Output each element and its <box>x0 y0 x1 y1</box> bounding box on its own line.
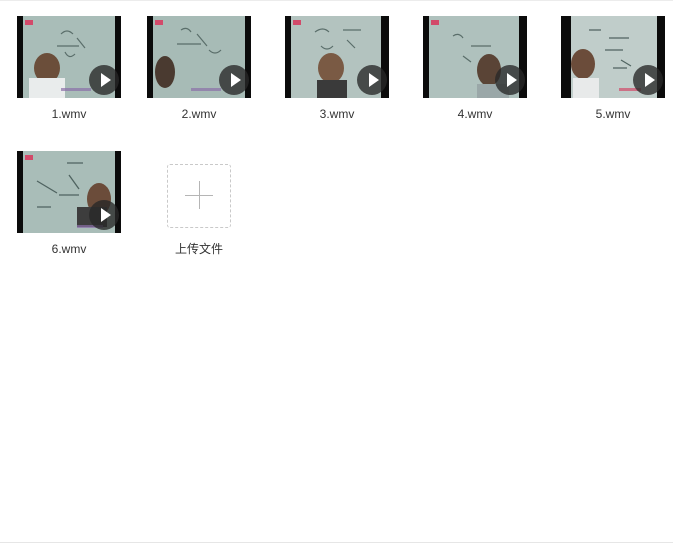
video-thumbnail[interactable] <box>423 16 527 98</box>
file-name[interactable]: 5.wmv <box>544 106 673 122</box>
video-thumbnail[interactable] <box>17 16 121 98</box>
file-name[interactable]: 1.wmv <box>0 106 138 122</box>
file-name[interactable]: 3.wmv <box>268 106 406 122</box>
file-item-1[interactable]: 1.wmv <box>0 16 138 122</box>
file-item-5[interactable]: 5.wmv <box>544 16 673 122</box>
file-name[interactable]: 2.wmv <box>130 106 268 122</box>
file-item-3[interactable]: 3.wmv <box>268 16 406 122</box>
file-item-2[interactable]: 2.wmv <box>130 16 268 122</box>
plus-icon <box>199 181 200 209</box>
play-icon[interactable] <box>89 65 119 95</box>
upload-item[interactable]: 上传文件 <box>130 151 268 257</box>
video-thumbnail[interactable] <box>147 16 251 98</box>
video-thumbnail[interactable] <box>285 16 389 98</box>
file-name[interactable]: 6.wmv <box>0 241 138 257</box>
file-item-6[interactable]: 6.wmv <box>0 151 138 257</box>
file-grid-page: 1.wmv 2.wmv 3.wmv 4.wmv 5.wmv 6.wmv 上传文件 <box>0 0 673 543</box>
video-thumbnail[interactable] <box>561 16 665 98</box>
play-icon[interactable] <box>219 65 249 95</box>
play-icon[interactable] <box>495 65 525 95</box>
file-item-4[interactable]: 4.wmv <box>406 16 544 122</box>
play-icon[interactable] <box>633 65 663 95</box>
upload-label[interactable]: 上传文件 <box>130 241 268 257</box>
upload-button[interactable] <box>167 164 231 228</box>
play-icon[interactable] <box>357 65 387 95</box>
file-name[interactable]: 4.wmv <box>406 106 544 122</box>
play-icon[interactable] <box>89 200 119 230</box>
video-thumbnail[interactable] <box>17 151 121 233</box>
